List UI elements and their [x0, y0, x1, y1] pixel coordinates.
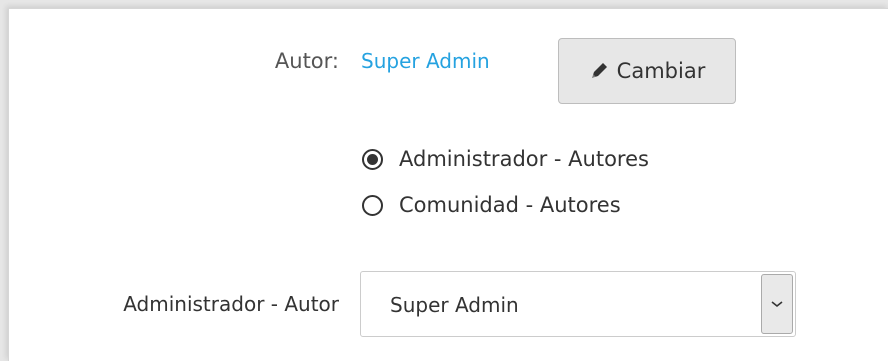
- chevron-down-icon[interactable]: [761, 274, 793, 334]
- radio-button-admin-authors[interactable]: [362, 148, 383, 170]
- radio-label-admin-authors: Administrador - Autores: [399, 147, 649, 171]
- author-label: Autor:: [274, 49, 339, 73]
- change-author-button[interactable]: Cambiar: [558, 38, 736, 104]
- admin-author-select[interactable]: Super Admin: [360, 271, 796, 337]
- radio-button-community-authors[interactable]: [362, 194, 383, 216]
- author-settings-panel: Autor: Super Admin Cambiar Administrador…: [8, 8, 888, 361]
- admin-author-select-label: Administrador - Autor: [123, 292, 339, 316]
- author-name-link[interactable]: Super Admin: [361, 49, 490, 73]
- radio-option-admin-authors[interactable]: Administrador - Autores: [362, 147, 649, 171]
- pencil-icon: [589, 61, 609, 81]
- radio-option-community-authors[interactable]: Comunidad - Autores: [362, 193, 621, 217]
- change-author-button-label: Cambiar: [616, 59, 706, 83]
- radio-label-community-authors: Comunidad - Autores: [399, 193, 621, 217]
- admin-author-select-value: Super Admin: [390, 293, 519, 317]
